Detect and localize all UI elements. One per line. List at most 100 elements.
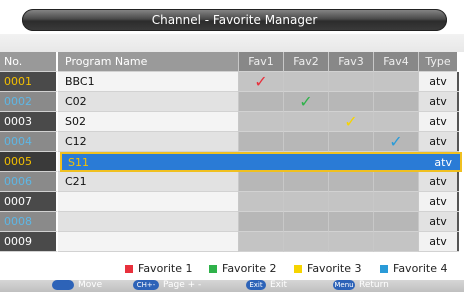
selected-program-name: S11 [68,156,89,169]
window-title: Channel - Favorite Manager [22,9,447,31]
channel-number: 0009 [0,232,58,252]
channel-number: 0008 [0,212,58,232]
fav2-cell[interactable] [283,72,328,92]
program-name: S02 [58,112,238,132]
fav3-cell[interactable] [328,132,373,152]
legend-fav2-swatch [209,264,217,273]
channel-type: atv [418,192,457,212]
channel-number: 0006 [0,172,58,192]
table-edge [457,192,459,212]
table-edge [457,212,459,232]
selected-row-highlight[interactable]: S11 atv [60,152,462,172]
fav2-cell[interactable] [283,232,328,252]
hint-exit-label: Exit [270,280,288,290]
fav3-cell[interactable] [328,172,373,192]
channel-row[interactable]: 0004 C12 ✓ atv [0,132,464,152]
fav1-cell[interactable] [238,232,283,252]
fav2-cell[interactable] [283,212,328,232]
table-edge [457,92,459,112]
channel-row[interactable]: 0003 S02 ✓ atv [0,112,464,132]
channel-row[interactable]: 0009 atv [0,232,464,252]
channel-row[interactable]: 0008 atv [0,212,464,232]
program-name [58,192,238,212]
hint-return-key: Menu [333,280,355,290]
fav2-cell[interactable]: ✓ [283,92,328,112]
channel-row[interactable]: 0001 BBC1 ✓ atv [0,72,464,92]
program-name [58,212,238,232]
fav2-cell[interactable] [283,132,328,152]
fav4-cell[interactable] [373,72,418,92]
fav1-cell[interactable]: ✓ [238,72,283,92]
favorite-table: No. Program Name Fav1 Fav2 Fav3 Fav4 Typ… [0,52,464,252]
checkmark-icon: ✓ [344,111,358,131]
fav4-cell[interactable] [373,112,418,132]
checkmark-icon: ✓ [254,71,268,91]
fav1-cell[interactable] [238,192,283,212]
channel-type: atv [418,72,457,92]
header-program-name: Program Name [58,52,238,72]
legend-fav2: Favorite 2 [209,262,276,275]
channel-type: atv [418,112,457,132]
table-edge [457,132,459,152]
favorite-legend: Favorite 1 Favorite 2 Favorite 3 Favorit… [0,262,464,276]
channel-row[interactable]: 0005S11atvS11atv [0,152,464,172]
legend-fav1-swatch [125,264,133,273]
checkmark-icon: ✓ [389,131,403,151]
legend-fav2-label: Favorite 2 [222,262,277,275]
fav3-cell[interactable] [328,232,373,252]
hint-page-label: Page + - [163,280,202,290]
hint-bar: Move CH+- Page + - Exit Exit Menu Return [0,280,464,292]
header-fav1: Fav1 [238,52,283,72]
hint-move-label: Move [78,280,103,290]
fav4-cell[interactable] [373,172,418,192]
channel-type: atv [418,92,457,112]
fav2-cell[interactable] [283,192,328,212]
hint-page: CH+- Page + - [133,280,201,290]
fav1-cell[interactable] [238,212,283,232]
hint-return: Menu Return [333,280,389,290]
hint-exit-key: Exit [246,280,266,290]
channel-row[interactable]: 0007 atv [0,192,464,212]
fav4-cell[interactable] [373,92,418,112]
fav4-cell[interactable] [373,192,418,212]
selected-channel-type: atv [434,156,452,169]
fav3-cell[interactable] [328,212,373,232]
hint-page-key: CH+- [133,280,159,290]
hint-move: Move [52,280,102,290]
table-body: 0001 BBC1 ✓ atv 0002 C02 ✓ atv 0003 S02 ✓ atv 0004 C1… [0,72,464,252]
fav3-cell[interactable] [328,92,373,112]
fav1-cell[interactable] [238,132,283,152]
header-no: No. [0,52,58,72]
fav2-cell[interactable] [283,172,328,192]
fav1-cell[interactable] [238,92,283,112]
program-name: C12 [58,132,238,152]
table-edge [457,232,459,252]
top-band [0,34,464,52]
move-arrows-icon [52,280,74,290]
legend-fav1: Favorite 1 [125,262,192,275]
channel-number: 0003 [0,112,58,132]
channel-type: atv [418,212,457,232]
fav3-cell[interactable]: ✓ [328,112,373,132]
program-name: BBC1 [58,72,238,92]
fav4-cell[interactable] [373,212,418,232]
fav2-cell[interactable] [283,112,328,132]
checkmark-icon: ✓ [299,91,313,111]
channel-number: 0002 [0,92,58,112]
channel-row[interactable]: 0006 C21 atv [0,172,464,192]
fav3-cell[interactable] [328,72,373,92]
fav4-cell[interactable]: ✓ [373,132,418,152]
legend-fav3-swatch [294,264,302,273]
hint-exit: Exit Exit [246,280,287,290]
table-edge [457,172,459,192]
header-fav3: Fav3 [328,52,373,72]
fav1-cell[interactable] [238,112,283,132]
hint-return-label: Return [359,280,389,290]
fav3-cell[interactable] [328,192,373,212]
channel-row[interactable]: 0002 C02 ✓ atv [0,92,464,112]
fav4-cell[interactable] [373,232,418,252]
channel-type: atv [418,232,457,252]
fav1-cell[interactable] [238,172,283,192]
header-fav2: Fav2 [283,52,328,72]
legend-fav4-label: Favorite 4 [393,262,448,275]
